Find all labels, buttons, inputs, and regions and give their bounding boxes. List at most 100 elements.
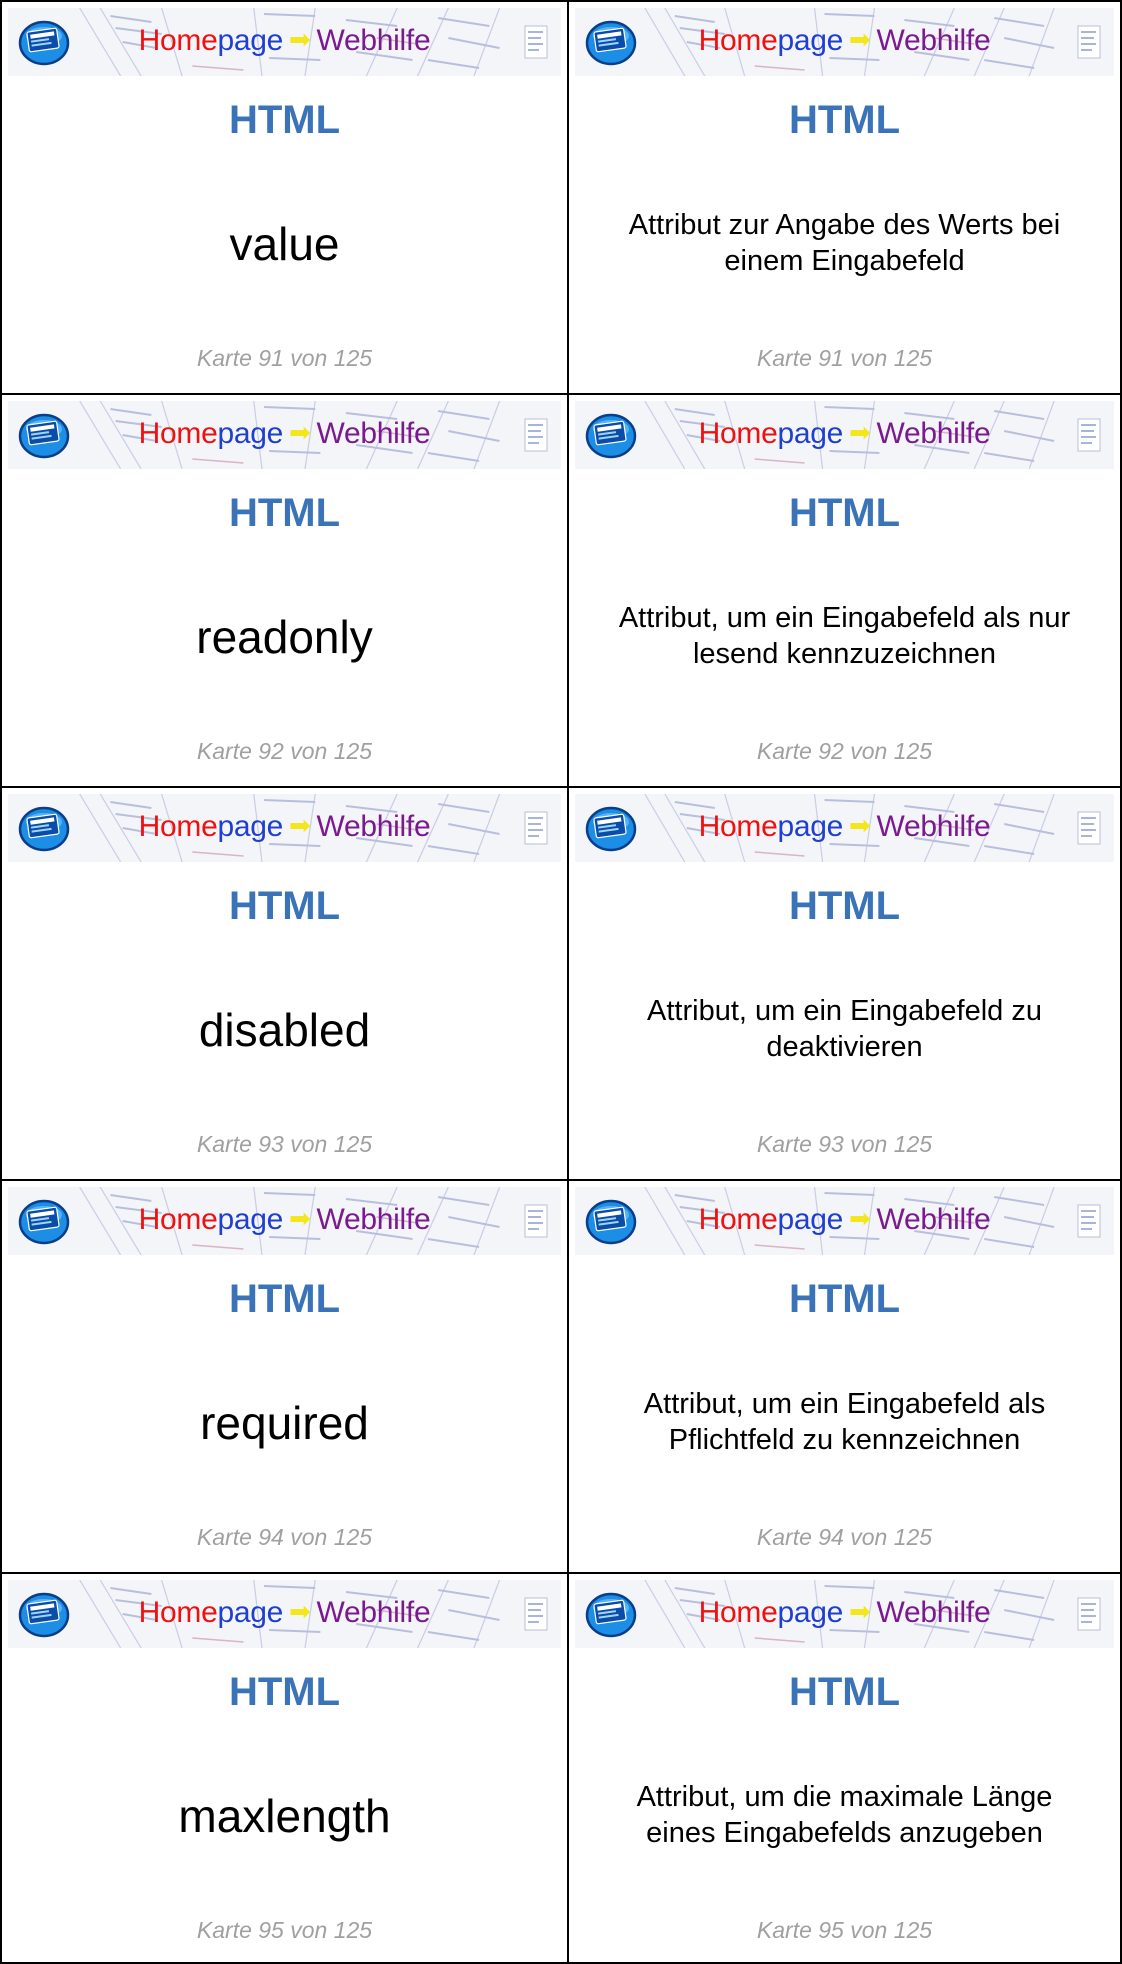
homepage-webhilfe-logo-text: Homepage ➡ Webhilfe	[8, 1202, 561, 1238]
arrow-icon: ➡	[849, 24, 871, 54]
logo-text-page: page	[217, 1203, 284, 1236]
arrow-icon: ➡	[289, 1596, 311, 1626]
card-counter: Karte 94 von 125	[196, 1524, 373, 1550]
document-stack-icon	[524, 811, 548, 845]
arrow-icon: ➡	[849, 810, 871, 840]
homepage-webhilfe-logo-text: Homepage ➡ Webhilfe	[8, 809, 561, 845]
homepage-webhilfe-banner: Homepage ➡ Webhilfe	[575, 794, 1114, 862]
homepage-webhilfe-banner: Homepage ➡ Webhilfe	[8, 401, 561, 469]
homepage-webhilfe-banner: Homepage ➡ Webhilfe	[8, 8, 561, 76]
homepage-webhilfe-banner: Homepage ➡ Webhilfe	[575, 1580, 1114, 1648]
homepage-webhilfe-logo-text: Homepage ➡ Webhilfe	[575, 23, 1114, 59]
logo-text-page: page	[777, 1596, 844, 1629]
card-counter: Karte 92 von 125	[756, 738, 933, 764]
card-definition: Attribut, um ein Eingabefeld als Pflicht…	[643, 1388, 1046, 1456]
card-term: readonly	[196, 611, 373, 663]
flashcard-back: Homepage ➡ Webhilfe HTML Attribut, um ein …	[567, 1179, 1122, 1572]
logo-text-page: page	[777, 417, 844, 450]
homepage-webhilfe-logo-text: Homepage ➡ Webhilfe	[8, 1595, 561, 1631]
card-counter: Karte 95 von 125	[756, 1917, 933, 1943]
document-stack-icon	[524, 418, 548, 452]
homepage-webhilfe-logo-text: Homepage ➡ Webhilfe	[575, 809, 1114, 845]
homepage-webhilfe-banner: Homepage ➡ Webhilfe	[8, 1187, 561, 1255]
document-stack-icon	[524, 25, 548, 59]
flashcard-sheet: Homepage ➡ Webhilfe HTML value Karte 91 vo…	[0, 0, 1122, 1964]
logo-text-page: page	[217, 1596, 284, 1629]
flashcard-front: Homepage ➡ Webhilfe HTML readonly Karte 92…	[0, 393, 567, 786]
logo-text-webhilfe: Webhilfe	[316, 1203, 431, 1236]
flashcard-back: Homepage ➡ Webhilfe HTML Attribut, um die …	[567, 1572, 1122, 1964]
flashcard-front: Homepage ➡ Webhilfe HTML disabled Karte 93…	[0, 786, 567, 1179]
card-subject: HTML	[788, 884, 901, 928]
logo-text-home: Home	[698, 1203, 778, 1236]
arrow-icon: ➡	[289, 417, 311, 447]
homepage-webhilfe-banner: Homepage ➡ Webhilfe	[8, 1580, 561, 1648]
homepage-webhilfe-logo-text: Homepage ➡ Webhilfe	[575, 1595, 1114, 1631]
logo-text-webhilfe: Webhilfe	[316, 810, 431, 843]
card-term: required	[200, 1397, 369, 1449]
document-stack-icon	[1077, 1597, 1101, 1631]
card-term: disabled	[198, 1004, 371, 1056]
card-definition: Attribut zur Angabe des Werts bei einem …	[628, 209, 1061, 277]
flashcard-back: Homepage ➡ Webhilfe HTML Attribut, um ein …	[567, 786, 1122, 1179]
logo-text-home: Home	[698, 417, 778, 450]
card-subject: HTML	[788, 491, 901, 535]
logo-text-webhilfe: Webhilfe	[876, 1596, 991, 1629]
logo-text-webhilfe: Webhilfe	[876, 1203, 991, 1236]
logo-text-webhilfe: Webhilfe	[316, 1596, 431, 1629]
homepage-webhilfe-banner: Homepage ➡ Webhilfe	[8, 794, 561, 862]
card-counter: Karte 93 von 125	[196, 1131, 373, 1157]
document-stack-icon	[524, 1597, 548, 1631]
arrow-icon: ➡	[849, 1596, 871, 1626]
document-stack-icon	[1077, 418, 1101, 452]
flashcard-back: Homepage ➡ Webhilfe HTML Attribut, um ein …	[567, 393, 1122, 786]
logo-text-webhilfe: Webhilfe	[876, 810, 991, 843]
card-definition: Attribut, um die maximale Länge eines Ei…	[636, 1781, 1053, 1849]
card-subject: HTML	[228, 1670, 341, 1714]
logo-text-webhilfe: Webhilfe	[876, 417, 991, 450]
logo-text-page: page	[217, 417, 284, 450]
flashcard-front: Homepage ➡ Webhilfe HTML maxlength Karte 9…	[0, 1572, 567, 1964]
logo-text-page: page	[217, 810, 284, 843]
card-subject: HTML	[788, 1670, 901, 1714]
card-subject: HTML	[788, 98, 901, 142]
card-term: value	[229, 218, 340, 270]
card-definition: Attribut, um ein Eingabefeld als nur les…	[618, 602, 1071, 670]
card-subject: HTML	[788, 1277, 901, 1321]
homepage-webhilfe-banner: Homepage ➡ Webhilfe	[575, 1187, 1114, 1255]
card-subject: HTML	[228, 98, 341, 142]
card-subject: HTML	[228, 1277, 341, 1321]
arrow-icon: ➡	[849, 417, 871, 447]
flashcard-back: Homepage ➡ Webhilfe HTML Attribut zur Anga…	[567, 0, 1122, 393]
homepage-webhilfe-banner: Homepage ➡ Webhilfe	[575, 8, 1114, 76]
logo-text-page: page	[217, 24, 284, 57]
card-counter: Karte 92 von 125	[196, 738, 373, 764]
document-stack-icon	[1077, 25, 1101, 59]
card-counter: Karte 91 von 125	[196, 345, 373, 371]
card-counter: Karte 93 von 125	[756, 1131, 933, 1157]
logo-text-home: Home	[698, 810, 778, 843]
arrow-icon: ➡	[289, 24, 311, 54]
flashcard-front: Homepage ➡ Webhilfe HTML required Karte 94…	[0, 1179, 567, 1572]
arrow-icon: ➡	[289, 810, 311, 840]
homepage-webhilfe-logo-text: Homepage ➡ Webhilfe	[575, 1202, 1114, 1238]
logo-text-home: Home	[138, 1596, 218, 1629]
logo-text-webhilfe: Webhilfe	[876, 24, 991, 57]
homepage-webhilfe-banner: Homepage ➡ Webhilfe	[575, 401, 1114, 469]
logo-text-home: Home	[138, 417, 218, 450]
homepage-webhilfe-logo-text: Homepage ➡ Webhilfe	[575, 416, 1114, 452]
homepage-webhilfe-logo-text: Homepage ➡ Webhilfe	[8, 23, 561, 59]
document-stack-icon	[524, 1204, 548, 1238]
logo-text-home: Home	[138, 1203, 218, 1236]
logo-text-home: Home	[138, 810, 218, 843]
logo-text-page: page	[777, 810, 844, 843]
card-counter: Karte 91 von 125	[756, 345, 933, 371]
logo-text-home: Home	[698, 24, 778, 57]
logo-text-webhilfe: Webhilfe	[316, 24, 431, 57]
logo-text-home: Home	[698, 1596, 778, 1629]
card-subject: HTML	[228, 884, 341, 928]
logo-text-webhilfe: Webhilfe	[316, 417, 431, 450]
logo-text-page: page	[777, 24, 844, 57]
arrow-icon: ➡	[849, 1203, 871, 1233]
card-counter: Karte 94 von 125	[756, 1524, 933, 1550]
